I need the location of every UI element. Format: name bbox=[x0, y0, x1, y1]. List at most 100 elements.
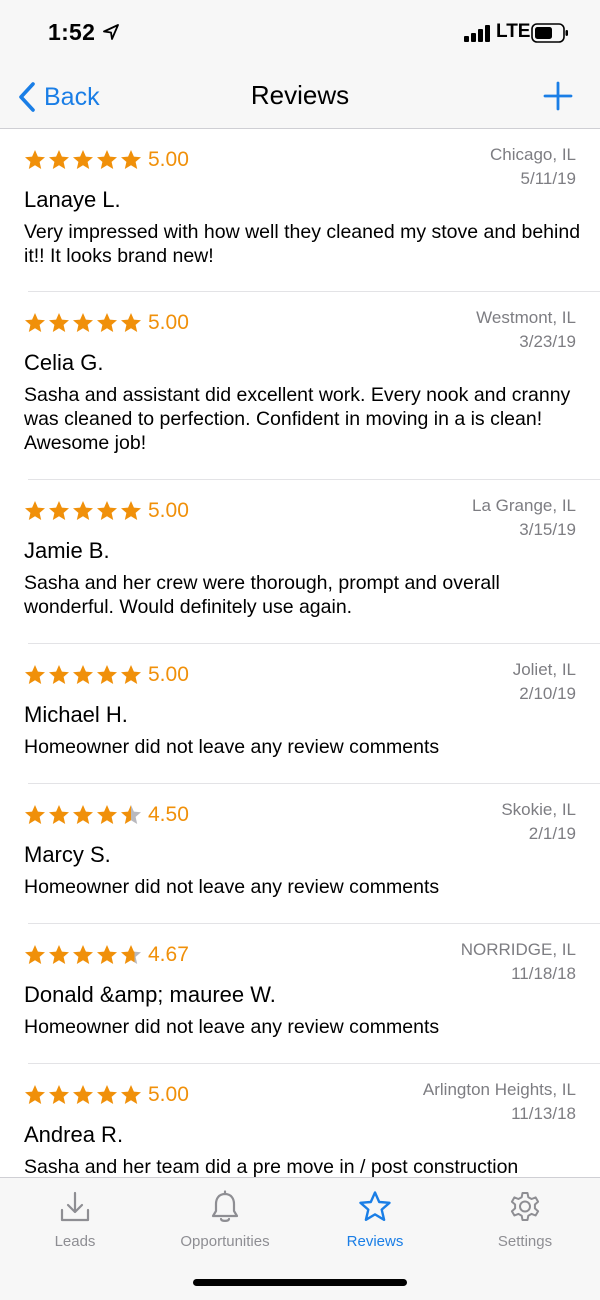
navigation-bar: Back Reviews bbox=[0, 66, 600, 129]
review-item[interactable]: 4.67 NORRIDGE, IL 11/18/18 Donald &amp; mau… bbox=[24, 924, 600, 1064]
review-comment: Sasha and her team did a pre move in / p… bbox=[24, 1156, 519, 1177]
star-icon bbox=[73, 945, 93, 964]
star-icon bbox=[49, 1085, 69, 1104]
star-icon bbox=[97, 150, 117, 169]
review-date: 5/11/19 bbox=[520, 169, 576, 188]
reviewer-name: Andrea R. bbox=[24, 1122, 124, 1147]
reviewer-name: Jamie B. bbox=[24, 538, 110, 563]
rating-value: 4.50 bbox=[148, 803, 189, 826]
review-date: 3/15/19 bbox=[519, 520, 576, 539]
star-icon bbox=[49, 313, 69, 332]
star-icon bbox=[359, 1191, 391, 1221]
add-icon[interactable] bbox=[542, 80, 574, 112]
review-location: Joliet, IL bbox=[512, 660, 576, 679]
star-icon bbox=[25, 945, 45, 964]
reviewer-name: Donald &amp; mauree W. bbox=[24, 982, 276, 1007]
review-date: 2/10/19 bbox=[519, 684, 576, 703]
rating-value: 4.67 bbox=[148, 943, 189, 966]
review-date: 11/13/18 bbox=[511, 1104, 576, 1123]
tab-reviews[interactable]: Reviews bbox=[300, 1190, 450, 1250]
star-rating: 5.00 bbox=[24, 1083, 189, 1107]
tab-label: Settings bbox=[497, 1233, 553, 1250]
review-location: Westmont, IL bbox=[476, 308, 576, 327]
star-icon bbox=[25, 313, 45, 332]
star-icon bbox=[25, 150, 45, 169]
tab-label: Reviews bbox=[346, 1233, 404, 1250]
review-item[interactable]: 4.50 Skokie, IL 2/1/19 Marcy S. Homeowner di… bbox=[24, 784, 600, 924]
star-icon bbox=[49, 150, 69, 169]
star-icon bbox=[121, 313, 141, 332]
star-icon bbox=[25, 805, 45, 824]
rating-value: 5.00 bbox=[148, 499, 189, 522]
review-location: Chicago, IL bbox=[490, 145, 576, 164]
star-icon bbox=[73, 805, 93, 824]
signal-icon bbox=[464, 25, 490, 42]
review-date: 11/18/18 bbox=[511, 964, 576, 983]
review-comment: Homeowner did not leave any review comme… bbox=[24, 736, 440, 758]
review-location: La Grange, IL bbox=[472, 496, 576, 515]
star-icon bbox=[121, 150, 141, 169]
status-bar: 1:52 LTE bbox=[0, 0, 600, 66]
review-comment: Sasha and assistant did excellent work. … bbox=[24, 384, 571, 454]
star-icon bbox=[121, 665, 141, 684]
review-comment: Sasha and her crew were thorough, prompt… bbox=[24, 572, 500, 618]
review-comment: Homeowner did not leave any review comme… bbox=[24, 876, 440, 898]
star-icon bbox=[97, 665, 117, 684]
home-indicator bbox=[193, 1279, 407, 1286]
rating-value: 5.00 bbox=[148, 1083, 189, 1106]
star-icon bbox=[97, 501, 117, 520]
star-icon bbox=[73, 501, 93, 520]
reviewer-name: Celia G. bbox=[24, 350, 104, 375]
tab-opportunities[interactable]: Opportunities bbox=[150, 1190, 300, 1250]
star-icon bbox=[121, 501, 141, 520]
star-rating: 5.00 bbox=[24, 499, 189, 523]
network-label: LTE bbox=[496, 21, 531, 42]
star-icon bbox=[73, 313, 93, 332]
location-arrow-icon bbox=[103, 24, 119, 40]
download-tray-icon bbox=[60, 1191, 90, 1222]
review-comment: Homeowner did not leave any review comme… bbox=[24, 1016, 440, 1038]
reviews-list[interactable]: 5.00 Chicago, IL 5/11/19 Lanaye L. Very impr… bbox=[0, 129, 600, 1177]
star-icon bbox=[49, 945, 69, 964]
review-item[interactable]: 5.00 Joliet, IL 2/10/19 Michael H. Homeowner… bbox=[24, 644, 600, 784]
star-icon bbox=[73, 665, 93, 684]
star-icon bbox=[121, 805, 141, 824]
star-icon bbox=[49, 805, 69, 824]
tab-settings[interactable]: Settings bbox=[450, 1190, 600, 1250]
review-date: 3/23/19 bbox=[519, 332, 576, 351]
bell-icon bbox=[211, 1190, 239, 1222]
star-icon bbox=[73, 1085, 93, 1104]
star-icon bbox=[97, 805, 117, 824]
battery-icon bbox=[531, 23, 568, 43]
rating-value: 5.00 bbox=[148, 663, 189, 686]
review-comment: Very impressed with how well they cleane… bbox=[24, 221, 581, 267]
tab-label: Opportunities bbox=[180, 1233, 270, 1250]
star-icon bbox=[97, 313, 117, 332]
reviewer-name: Lanaye L. bbox=[24, 187, 121, 212]
star-icon bbox=[49, 501, 69, 520]
tab-leads[interactable]: Leads bbox=[0, 1190, 150, 1250]
page-title: Reviews bbox=[250, 80, 350, 110]
star-icon bbox=[25, 1085, 45, 1104]
review-item[interactable]: 5.00 La Grange, IL 3/15/19 Jamie B. Sasha an… bbox=[24, 480, 600, 644]
star-icon bbox=[73, 150, 93, 169]
star-icon bbox=[121, 1085, 141, 1104]
rating-value: 5.00 bbox=[148, 311, 189, 334]
review-location: NORRIDGE, IL bbox=[460, 940, 576, 959]
star-rating: 4.50 bbox=[24, 803, 189, 827]
reviewer-name: Michael H. bbox=[24, 702, 128, 727]
gear-icon bbox=[510, 1192, 540, 1221]
star-icon bbox=[25, 665, 45, 684]
rating-value: 5.00 bbox=[148, 148, 189, 171]
reviewer-name: Marcy S. bbox=[24, 842, 111, 867]
review-item[interactable]: 5.00 Chicago, IL 5/11/19 Lanaye L. Very impr… bbox=[24, 129, 600, 292]
star-rating: 5.00 bbox=[24, 148, 189, 172]
star-icon bbox=[97, 1085, 117, 1104]
star-rating: 5.00 bbox=[24, 663, 189, 687]
tab-label: Leads bbox=[54, 1233, 96, 1250]
review-date: 2/1/19 bbox=[528, 824, 576, 843]
review-item[interactable]: 5.00 Westmont, IL 3/23/19 Celia G. Sasha and… bbox=[24, 292, 600, 480]
review-item[interactable]: 5.00 Arlington Heights, IL 11/13/18 Andrea … bbox=[24, 1064, 600, 1177]
star-icon bbox=[49, 665, 69, 684]
star-icon bbox=[97, 945, 117, 964]
